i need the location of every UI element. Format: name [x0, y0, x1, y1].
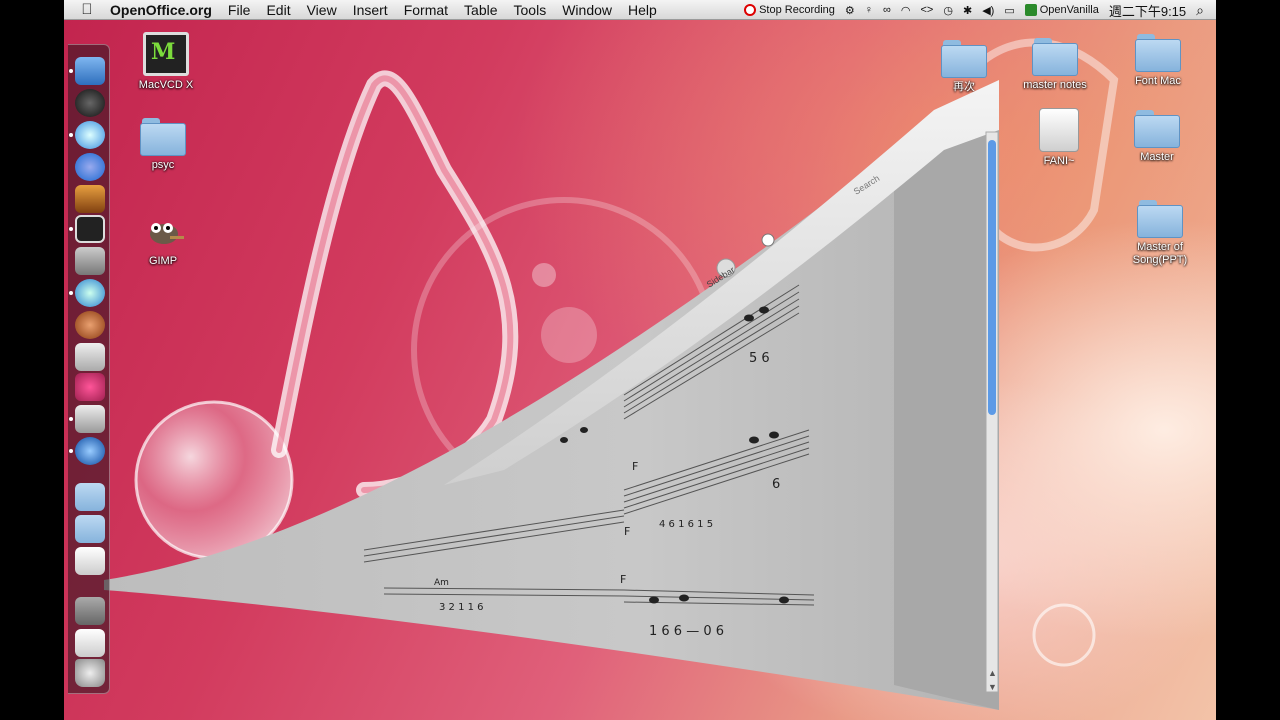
- chord-label: F: [624, 525, 630, 538]
- app-menu[interactable]: OpenOffice.org: [110, 2, 212, 18]
- numbered-notation: 6: [772, 477, 780, 492]
- numbered-notation: 3 2 1 1 6: [439, 602, 484, 613]
- dock: [68, 44, 110, 694]
- document-window-genie[interactable]: ▲ ▼ F F Am F 5 6 6 1 6 6 — 0 6 4 6 1 6 1…: [64, 70, 1216, 720]
- menu-table[interactable]: Table: [464, 2, 497, 18]
- numbered-notation: 5 6: [749, 351, 770, 366]
- iphoto-icon[interactable]: [75, 185, 105, 213]
- safari-icon[interactable]: [75, 121, 105, 149]
- menu-insert[interactable]: Insert: [353, 2, 388, 18]
- preview-icon[interactable]: [75, 405, 105, 433]
- running-indicator: [69, 69, 73, 73]
- letterbox-left: [0, 0, 64, 720]
- clock[interactable]: 週二下午9:15: [1109, 1, 1186, 20]
- minimized-window-icon[interactable]: [75, 547, 105, 575]
- wifi-icon[interactable]: ◠: [901, 4, 911, 17]
- openvanilla-icon: [1024, 4, 1037, 16]
- menu-format[interactable]: Format: [404, 2, 448, 18]
- time-machine-icon[interactable]: ◷: [943, 4, 953, 17]
- system-preferences-icon[interactable]: [75, 247, 105, 275]
- chord-label: F: [620, 573, 626, 586]
- minimized-window-icon-3[interactable]: [75, 629, 105, 657]
- link-icon[interactable]: ∞: [883, 4, 891, 16]
- dashboard-icon[interactable]: [75, 89, 105, 117]
- chord-label: F: [632, 460, 638, 473]
- running-indicator: [69, 449, 73, 453]
- code-icon[interactable]: <>: [921, 4, 934, 16]
- record-icon: [744, 4, 757, 16]
- search-icon[interactable]: [761, 233, 775, 247]
- running-indicator: [69, 291, 73, 295]
- sync-icon[interactable]: ⚙: [845, 4, 855, 17]
- letterbox-right: [1216, 0, 1280, 720]
- menu-edit[interactable]: Edit: [266, 2, 290, 18]
- menu-view[interactable]: View: [307, 2, 337, 18]
- spotlight-search-icon[interactable]: ⌕: [1196, 2, 1204, 19]
- script-icon[interactable]: ♀: [865, 4, 873, 16]
- applications-folder-icon[interactable]: [75, 483, 105, 511]
- running-indicator: [69, 417, 73, 421]
- stop-recording-label: Stop Recording: [759, 4, 835, 16]
- trash-icon[interactable]: [75, 659, 105, 687]
- mail-icon[interactable]: [75, 279, 105, 307]
- menu-bar:  OpenOffice.org File Edit View Insert F…: [64, 0, 1216, 20]
- activity-monitor-icon[interactable]: [75, 343, 105, 371]
- volume-icon[interactable]: ◀): [982, 4, 994, 17]
- input-method-label: OpenVanilla: [1039, 4, 1099, 16]
- apple-menu-icon[interactable]: : [74, 1, 100, 18]
- numbered-notation: 4 6 1 6 1 5: [659, 519, 713, 530]
- menu-file[interactable]: File: [228, 2, 251, 18]
- minimized-window-icon-2[interactable]: [75, 597, 105, 625]
- menu-window[interactable]: Window: [562, 2, 612, 18]
- stop-recording-button[interactable]: Stop Recording: [744, 4, 835, 16]
- chord-label: Am: [434, 578, 449, 588]
- menu-tools[interactable]: Tools: [514, 2, 547, 18]
- running-indicator: [69, 133, 73, 137]
- battery-icon[interactable]: ▭: [1004, 4, 1014, 17]
- scroll-up-arrow[interactable]: ▲: [988, 668, 997, 678]
- heart-app-icon[interactable]: [75, 373, 105, 401]
- page-margin: [894, 120, 999, 710]
- documents-folder-icon[interactable]: [75, 515, 105, 543]
- status-menus: Stop Recording ⚙ ♀ ∞ ◠ <> ◷ ✱ ◀) ▭ OpenV…: [739, 0, 1216, 20]
- running-indicator: [69, 227, 73, 231]
- folder-icon: [1135, 34, 1181, 72]
- menu-help[interactable]: Help: [628, 2, 657, 18]
- numbered-notation: 1 6 6 — 0 6: [649, 624, 724, 639]
- finder-icon[interactable]: [75, 57, 105, 85]
- bluetooth-icon[interactable]: ✱: [963, 4, 972, 17]
- macvcd-dock-icon[interactable]: [75, 215, 105, 243]
- font-book-icon[interactable]: [75, 311, 105, 339]
- openoffice-icon[interactable]: [75, 437, 105, 465]
- scroll-thumb[interactable]: [988, 140, 996, 415]
- scroll-down-arrow[interactable]: ▼: [988, 682, 997, 692]
- desktop:  OpenOffice.org File Edit View Insert F…: [64, 0, 1216, 720]
- input-method-menu[interactable]: OpenVanilla: [1024, 4, 1099, 16]
- itunes-icon[interactable]: [75, 153, 105, 181]
